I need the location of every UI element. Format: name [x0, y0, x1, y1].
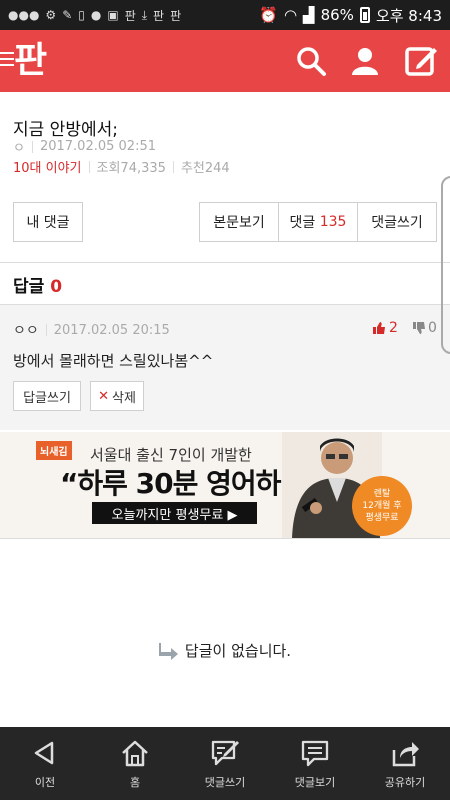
battery-icon: [359, 7, 370, 23]
nav-label: 이전: [34, 775, 56, 789]
share-icon: [392, 741, 419, 766]
tools-icon: ✎: [62, 8, 73, 22]
notification-icons: ●●● ⚙ ✎ ▯ ● ▣ 판 ⤓ 판 판: [8, 7, 181, 24]
back-icon: [34, 741, 54, 764]
ad-badge-line1: 렌탈: [373, 489, 391, 499]
clock: 오후 8:43: [375, 6, 442, 25]
ad-brand: 뇌새김: [36, 441, 72, 460]
comment-view-icon: [301, 740, 329, 766]
empty-message: 답글이 없습니다.: [184, 642, 292, 660]
replies-heading: 답글 0: [13, 272, 62, 297]
menu-icon[interactable]: [0, 52, 14, 66]
divider: [0, 538, 450, 539]
nav-label: 공유하기: [384, 775, 426, 789]
download-icon: ⤓: [141, 7, 148, 22]
like-button[interactable]: 2: [372, 320, 398, 336]
image-icon: ▣: [107, 8, 119, 22]
post-category[interactable]: 10대 이야기: [13, 157, 82, 176]
comment-write-icon: [211, 740, 239, 765]
close-icon: ✕: [98, 388, 109, 404]
comment-actions: 본문보기 댓글 135 댓글쓰기: [199, 202, 437, 242]
alarm-icon: ⏰: [259, 6, 278, 24]
delete-button[interactable]: ✕ 삭제: [90, 381, 144, 411]
scroll-handle[interactable]: [441, 176, 450, 354]
thumbs-down-icon: [413, 322, 425, 334]
ad-banner[interactable]: 뇌새김 서울대 출신 7인이 개발한 “하루 30분 영어하라” 오늘까지만 평…: [0, 432, 450, 538]
comments-count: 135: [319, 214, 347, 230]
message-icon: ●●●: [8, 8, 40, 22]
post-recommends: 추천244: [180, 161, 230, 176]
post-stats: 10대 이야기 조회74,335 추천244: [13, 157, 230, 176]
comments-label: 댓글: [289, 215, 316, 231]
thumbs-up-icon: [373, 322, 385, 334]
pann-logo[interactable]: 판: [14, 36, 47, 86]
write-icon[interactable]: [404, 44, 438, 78]
write-comment-button[interactable]: 댓글쓰기: [358, 203, 436, 241]
ad-badge: 렌탈 12개월 후 평생무료: [352, 476, 412, 536]
nav-share[interactable]: 공유하기: [360, 727, 450, 800]
wifi-icon: ◠: [283, 6, 298, 24]
view-post-button[interactable]: 본문보기: [200, 203, 279, 241]
user-icon[interactable]: [348, 44, 382, 78]
app-header: 판: [0, 30, 450, 92]
post-date: 2017.02.05 02:51: [39, 139, 156, 154]
divider: [0, 304, 450, 305]
post-views: 조회74,335: [96, 161, 166, 176]
settings-icon: ⚙: [45, 8, 57, 22]
pann-icon: 판: [124, 8, 136, 23]
nav-label: 댓글쓰기: [204, 775, 246, 789]
signal-icon: ▟: [303, 6, 315, 24]
bottom-nav: 이전 홈 댓글쓰기 댓글보기 공유하기: [0, 727, 450, 800]
replies-count: 0: [50, 277, 63, 297]
search-icon[interactable]: [294, 44, 328, 78]
post-meta: ㅇ 2017.02.05 02:51: [13, 137, 156, 156]
my-comments-button[interactable]: 내 댓글: [13, 202, 83, 242]
nav-label: 홈: [129, 775, 141, 789]
ad-cta[interactable]: 오늘까지만 평생무료 ▶: [92, 502, 257, 524]
battery-percent: 86%: [320, 6, 354, 24]
empty-replies: 답글이 없습니다.: [0, 640, 450, 661]
like-count: 2: [389, 320, 398, 336]
dislike-count: 0: [428, 320, 437, 336]
home-icon: [122, 740, 148, 766]
ad-badge-line2: 12개월 후: [362, 501, 402, 511]
nav-view-comments[interactable]: 댓글보기: [270, 727, 360, 800]
comments-button[interactable]: 댓글 135: [279, 203, 358, 241]
kakaotalk-icon: ●: [90, 8, 102, 22]
post-author[interactable]: ㅇ: [13, 137, 25, 156]
comment-text: 방에서 몰래하면 스릴있나봄^^: [13, 352, 214, 370]
comment-date: 2017.02.05 20:15: [53, 322, 170, 338]
comment-author[interactable]: ㅇㅇ: [13, 320, 39, 340]
pann-icon: 판: [153, 8, 165, 23]
ad-badge-line3: 평생무료: [365, 513, 399, 523]
comment-meta: ㅇㅇ 2017.02.05 20:15: [13, 320, 170, 340]
phone-icon: ▯: [78, 8, 85, 22]
pann-icon: 판: [170, 8, 182, 23]
nav-write-comment[interactable]: 댓글쓰기: [180, 727, 270, 800]
dislike-button[interactable]: 0: [412, 320, 437, 336]
reply-arrow-icon: [158, 642, 178, 660]
status-bar: ●●● ⚙ ✎ ▯ ● ▣ 판 ⤓ 판 판 ⏰ ◠ ▟ 86% 오후 8:43: [0, 0, 450, 30]
nav-home[interactable]: 홈: [90, 727, 180, 800]
reply-write-button[interactable]: 답글쓰기: [13, 381, 81, 411]
nav-label: 댓글보기: [294, 775, 336, 789]
divider: [0, 262, 450, 263]
nav-back[interactable]: 이전: [0, 727, 90, 800]
replies-label: 답글: [13, 277, 45, 297]
delete-label: 삭제: [111, 390, 136, 406]
